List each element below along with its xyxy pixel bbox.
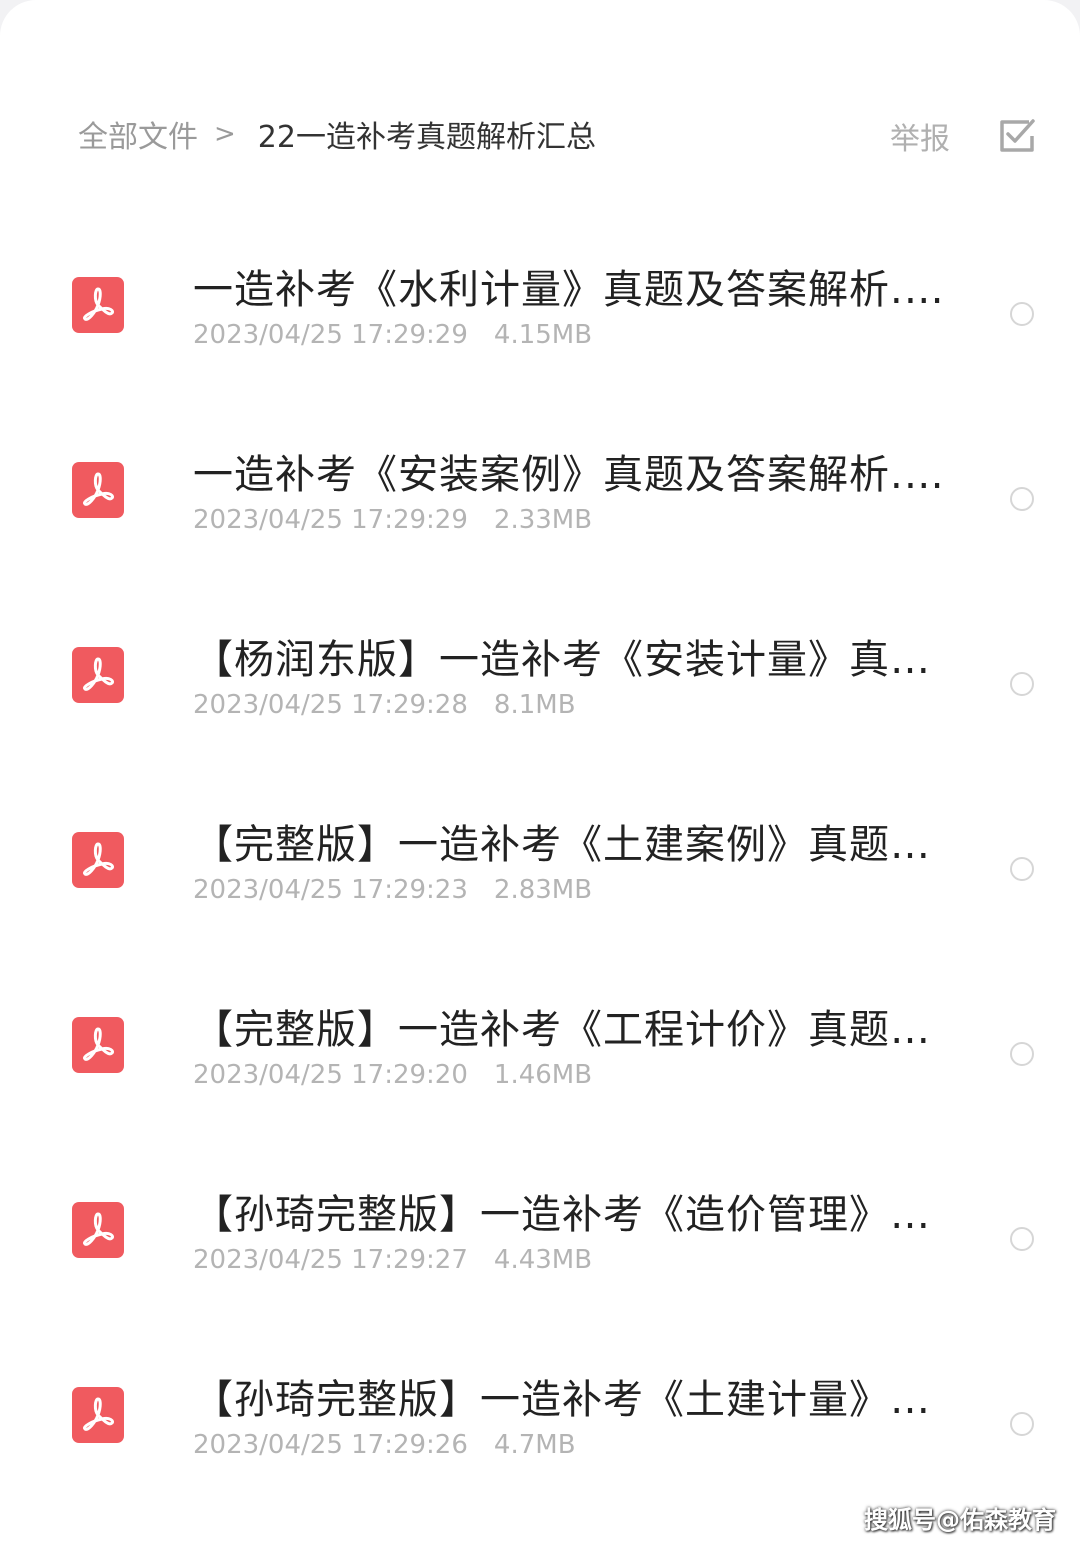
file-name: 【杨润东版】一造补考《安装计量》真…	[193, 637, 931, 683]
file-name: 【完整版】一造补考《土建案例》真题…	[193, 822, 931, 868]
file-list-item[interactable]: 【完整版】一造补考《土建案例》真题… 2023/04/25 17:29:23 2.…	[0, 777, 1080, 962]
watermark: 搜狐号@佑森教育	[864, 1506, 1056, 1534]
header-bar: 全部文件 > 22一造补考真题解析汇总 举报	[0, 100, 1080, 170]
file-size: 4.15MB	[493, 320, 593, 350]
pdf-icon	[72, 1202, 124, 1258]
breadcrumb-separator: >	[214, 119, 236, 149]
file-list-item[interactable]: 一造补考《安装案例》真题及答案解析.pdf 2023/04/25 17:29:2…	[0, 407, 1080, 592]
file-list-item[interactable]: 一造补考《水利计量》真题及答案解析.pdf 2023/04/25 17:29:2…	[0, 222, 1080, 407]
select-radio[interactable]	[1010, 487, 1034, 511]
file-name: 【孙琦完整版】一造补考《土建计量》…	[193, 1377, 931, 1423]
file-meta: 2023/04/25 17:29:23 2.83MB	[193, 875, 592, 905]
file-list-item[interactable]: 【孙琦完整版】一造补考《造价管理》… 2023/04/25 17:29:27 4.…	[0, 1147, 1080, 1332]
file-list-item[interactable]: 【完整版】一造补考《工程计价》真题… 2023/04/25 17:29:20 1.…	[0, 962, 1080, 1147]
file-meta: 2023/04/25 17:29:28 8.1MB	[193, 690, 576, 720]
file-meta: 2023/04/25 17:29:20 1.46MB	[193, 1060, 592, 1090]
file-size: 2.33MB	[493, 505, 593, 535]
file-meta: 2023/04/25 17:29:27 4.43MB	[193, 1245, 592, 1275]
breadcrumb: 全部文件 > 22一造补考真题解析汇总	[78, 112, 596, 156]
file-date: 2023/04/25 17:29:20	[193, 1060, 468, 1090]
pdf-icon	[72, 277, 124, 333]
select-radio[interactable]	[1010, 1412, 1034, 1436]
breadcrumb-current-folder: 22一造补考真题解析汇总	[257, 120, 596, 155]
file-name: 一造补考《安装案例》真题及答案解析.pdf	[193, 452, 953, 498]
file-size: 2.83MB	[493, 875, 593, 905]
file-date: 2023/04/25 17:29:27	[193, 1245, 468, 1275]
file-name: 【完整版】一造补考《工程计价》真题…	[193, 1007, 931, 1053]
pdf-icon	[72, 647, 124, 703]
file-list-item[interactable]: 【杨润东版】一造补考《安装计量》真… 2023/04/25 17:29:28 8.…	[0, 592, 1080, 777]
file-list-item[interactable]: 【孙琦完整版】一造补考《土建计量》… 2023/04/25 17:29:26 4.…	[0, 1332, 1080, 1517]
pdf-icon	[72, 1387, 124, 1443]
file-date: 2023/04/25 17:29:26	[193, 1430, 468, 1460]
select-radio[interactable]	[1010, 672, 1034, 696]
file-size: 8.1MB	[493, 690, 576, 720]
file-meta: 2023/04/25 17:29:29 2.33MB	[193, 505, 592, 535]
file-date: 2023/04/25 17:29:28	[193, 690, 468, 720]
file-name: 【孙琦完整版】一造补考《造价管理》…	[193, 1192, 931, 1238]
pdf-icon	[72, 1017, 124, 1073]
pdf-icon	[72, 832, 124, 888]
file-date: 2023/04/25 17:29:29	[193, 320, 468, 350]
file-name: 一造补考《水利计量》真题及答案解析.pdf	[193, 267, 953, 313]
report-button[interactable]: 举报	[890, 114, 950, 158]
select-radio[interactable]	[1010, 1227, 1034, 1251]
file-size: 4.7MB	[493, 1430, 576, 1460]
file-meta: 2023/04/25 17:29:26 4.7MB	[193, 1430, 576, 1460]
select-radio[interactable]	[1010, 1042, 1034, 1066]
file-date: 2023/04/25 17:29:23	[193, 875, 468, 905]
file-meta: 2023/04/25 17:29:29 4.15MB	[193, 320, 592, 350]
file-list: 一造补考《水利计量》真题及答案解析.pdf 2023/04/25 17:29:2…	[0, 222, 1080, 1517]
file-size: 4.43MB	[493, 1245, 593, 1275]
breadcrumb-root-link[interactable]: 全部文件	[78, 112, 198, 156]
select-radio[interactable]	[1010, 302, 1034, 326]
file-date: 2023/04/25 17:29:29	[193, 505, 468, 535]
checkbox-select-icon[interactable]	[996, 114, 1038, 156]
pdf-icon	[72, 462, 124, 518]
file-browser-page: 全部文件 > 22一造补考真题解析汇总 举报 一造补考《水利计量》真题及答案解析…	[0, 0, 1080, 1545]
file-size: 1.46MB	[493, 1060, 593, 1090]
select-radio[interactable]	[1010, 857, 1034, 881]
